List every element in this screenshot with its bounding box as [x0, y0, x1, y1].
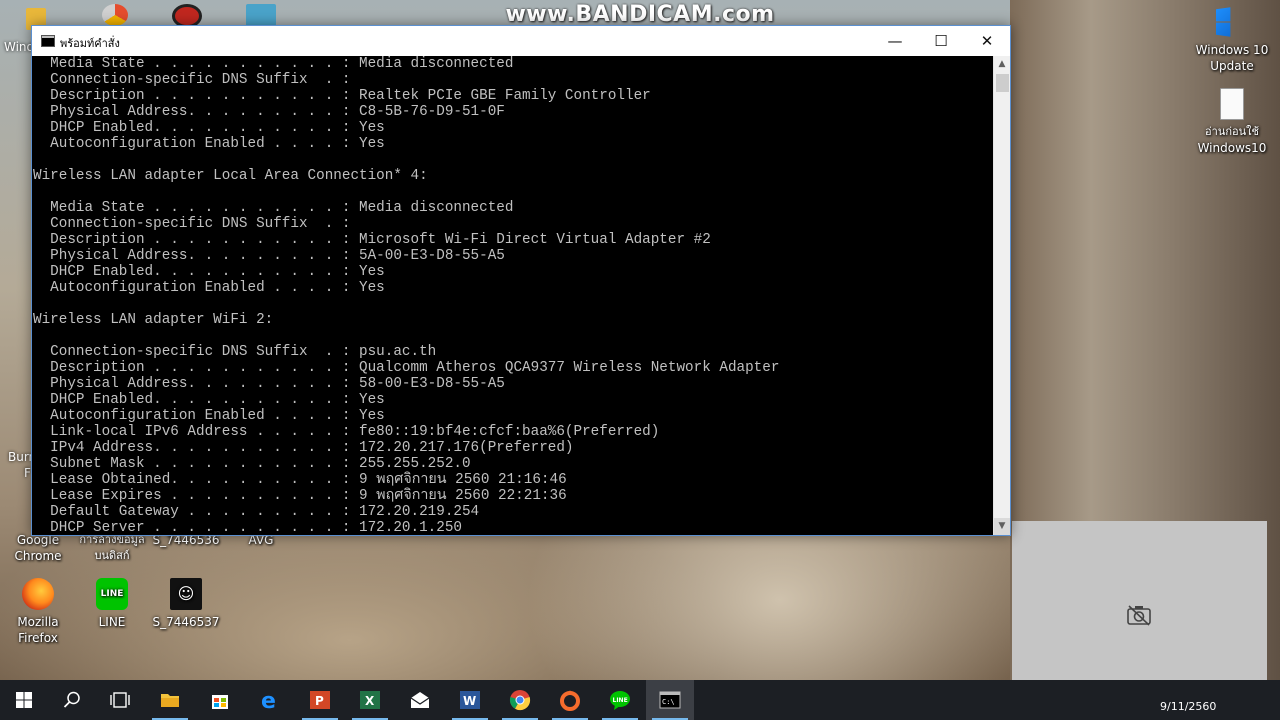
svg-text:P: P — [315, 694, 324, 708]
word-icon: W — [460, 691, 480, 709]
command-prompt-window[interactable]: พร้อมท์คำสั่ง — ☐ ✕ Media State . . . . … — [31, 25, 1011, 536]
taskbar-edge[interactable]: e — [246, 680, 294, 720]
desktop-icon-label: Mozilla — [17, 615, 59, 629]
scroll-down-arrow-icon[interactable]: ▼ — [994, 518, 1010, 535]
console-output-area[interactable]: Media State . . . . . . . . . . . : Medi… — [32, 56, 993, 535]
minimize-button[interactable]: — — [872, 26, 918, 56]
taskbar: e P X W LINE C:\ — [0, 680, 1280, 720]
taskbar-mail[interactable] — [396, 680, 444, 720]
desktop-partial-label: Wind — [4, 40, 35, 54]
file-explorer-icon — [161, 694, 179, 707]
close-button[interactable]: ✕ — [964, 26, 1010, 56]
taskbar-clock-date[interactable]: 9/11/2560 — [1160, 700, 1216, 713]
camera-off-icon — [1127, 605, 1151, 626]
desktop-icon-label: Update — [1210, 59, 1254, 73]
desktop-icon-label: S_7446537 — [152, 615, 220, 629]
cmd-icon: C:\ — [659, 691, 681, 709]
mail-icon — [410, 692, 430, 708]
maximize-button[interactable]: ☐ — [918, 26, 964, 56]
taskbar-line[interactable]: LINE — [596, 680, 644, 720]
desktop-icon-label: อ่านก่อนใช้ — [1205, 125, 1259, 138]
vertical-scrollbar[interactable]: ▲ ▼ — [993, 56, 1010, 535]
window-title: พร้อมท์คำสั่ง — [60, 37, 120, 50]
taskbar-cmd[interactable]: C:\ — [646, 680, 694, 720]
smiley-icon: ☺ — [170, 578, 202, 610]
console-text: Media State . . . . . . . . . . . : Medi… — [33, 56, 780, 535]
edge-icon: e — [261, 689, 276, 711]
desktop-icon-label: Windows10 — [1197, 141, 1267, 155]
start-icon — [16, 692, 32, 708]
document-icon — [1220, 88, 1244, 120]
svg-text:e: e — [261, 689, 276, 711]
svg-text:W: W — [463, 694, 476, 708]
taskbar-word[interactable]: W — [446, 680, 494, 720]
taskbar-origin[interactable] — [546, 680, 594, 720]
search-icon — [63, 691, 80, 708]
taskbar-excel[interactable]: X — [346, 680, 394, 720]
desktop-partial-label: F — [24, 466, 31, 480]
desktop-icon-windows-update[interactable]: Windows 10 Update — [1190, 6, 1274, 74]
desktop-icon-readme[interactable]: อ่านก่อนใช้ Windows10 — [1190, 88, 1274, 156]
desktop-icon-label: บนดิสก์ — [94, 549, 130, 562]
excel-icon: X — [360, 691, 380, 709]
window-titlebar[interactable]: พร้อมท์คำสั่ง — ☐ ✕ — [32, 26, 1010, 56]
desktop-icon-label: Chrome — [14, 549, 62, 563]
desktop-icon-line[interactable]: LINE LINE — [74, 578, 150, 630]
task-view-button[interactable] — [96, 680, 144, 720]
task-view-icon — [110, 692, 130, 708]
desktop-icon-label: Firefox — [18, 631, 58, 645]
svg-text:LINE: LINE — [613, 697, 628, 704]
chrome-icon — [509, 690, 531, 711]
store-icon — [212, 695, 228, 709]
desktop-icon-label: LINE — [98, 615, 126, 629]
svg-text:X: X — [365, 694, 375, 708]
scroll-up-arrow-icon[interactable]: ▲ — [994, 56, 1010, 73]
desktop-icon-chrome[interactable]: Google Chrome — [0, 532, 76, 564]
start-button[interactable] — [0, 680, 48, 720]
search-button[interactable] — [48, 680, 96, 720]
line-icon: LINE — [610, 691, 630, 710]
taskbar-chrome[interactable] — [496, 680, 544, 720]
taskbar-powerpoint[interactable]: P — [296, 680, 344, 720]
powerpoint-icon: P — [310, 691, 330, 709]
app-icon[interactable] — [246, 4, 276, 26]
app-icon[interactable] — [102, 4, 128, 26]
svg-text:C:\: C:\ — [662, 698, 675, 706]
desktop-icon-firefox[interactable]: Mozilla Firefox — [0, 578, 76, 646]
cmd-icon[interactable] — [41, 35, 55, 47]
desktop-icon-label: Windows 10 — [1195, 43, 1269, 57]
taskbar-file-explorer[interactable] — [146, 680, 194, 720]
origin-icon — [560, 690, 580, 711]
scrollbar-thumb[interactable] — [996, 74, 1009, 92]
windows-logo-icon — [1216, 7, 1231, 37]
taskbar-store[interactable] — [196, 680, 244, 720]
desktop-icon-disk-cleanup[interactable]: การล้างข้อมูล บนดิสก์ — [73, 532, 151, 564]
desktop-icon-s7446537[interactable]: ☺ S_7446537 — [148, 578, 224, 630]
line-icon: LINE — [96, 578, 128, 610]
firefox-icon — [22, 578, 54, 610]
